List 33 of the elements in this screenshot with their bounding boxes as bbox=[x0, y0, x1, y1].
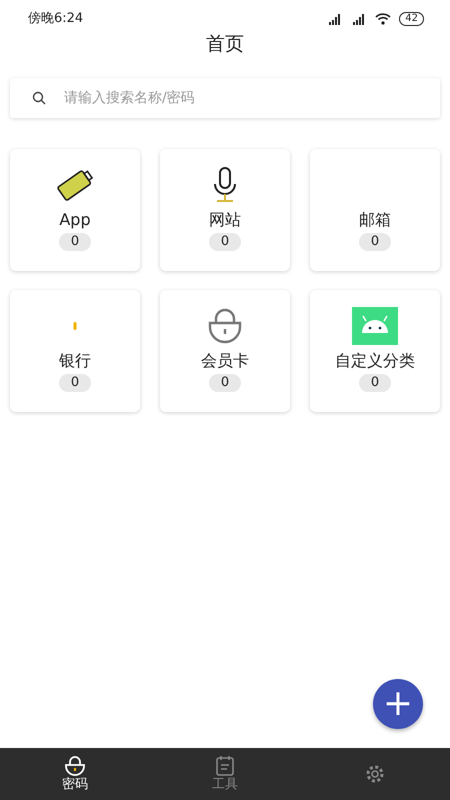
category-count: 0 bbox=[358, 233, 392, 251]
category-label: 自定义分类 bbox=[335, 350, 415, 372]
category-label: 银行 bbox=[59, 350, 91, 372]
category-card[interactable]: App 0 bbox=[10, 149, 140, 271]
category-label: 会员卡 bbox=[201, 350, 249, 372]
category-label: 网站 bbox=[209, 209, 241, 231]
notepad-icon bbox=[214, 755, 236, 777]
tab[interactable]: 密码 bbox=[0, 748, 150, 800]
wifi-icon bbox=[375, 13, 392, 25]
status-time: 傍晚6:24 bbox=[28, 10, 84, 28]
search-icon bbox=[32, 91, 46, 105]
category-count: 0 bbox=[208, 374, 242, 392]
category-count: 0 bbox=[208, 233, 242, 251]
dash-icon bbox=[73, 321, 77, 331]
add-button[interactable]: + bbox=[373, 679, 423, 729]
category-card[interactable]: 银行 0 bbox=[10, 290, 140, 412]
lock-icon bbox=[206, 307, 244, 345]
category-card[interactable]: 自定义分类 0 bbox=[310, 290, 440, 412]
category-card[interactable]: 邮箱 0 bbox=[310, 149, 440, 271]
category-count: 0 bbox=[358, 374, 392, 392]
category-count: 0 bbox=[58, 233, 92, 251]
battery-level: 42 bbox=[399, 12, 424, 26]
category-label: 邮箱 bbox=[359, 209, 391, 231]
android-icon bbox=[352, 307, 398, 345]
category-card[interactable]: 网站 0 bbox=[160, 149, 290, 271]
tab[interactable]: 工具 bbox=[150, 748, 300, 800]
lock-icon bbox=[64, 755, 86, 777]
settings-icon bbox=[364, 763, 386, 785]
category-label: App bbox=[59, 209, 91, 231]
category-card[interactable]: 会员卡 0 bbox=[160, 290, 290, 412]
page-title: 首页 bbox=[205, 32, 245, 57]
category-count: 0 bbox=[58, 374, 92, 392]
search-field[interactable]: 请输入搜索名称/密码 bbox=[62, 86, 418, 110]
